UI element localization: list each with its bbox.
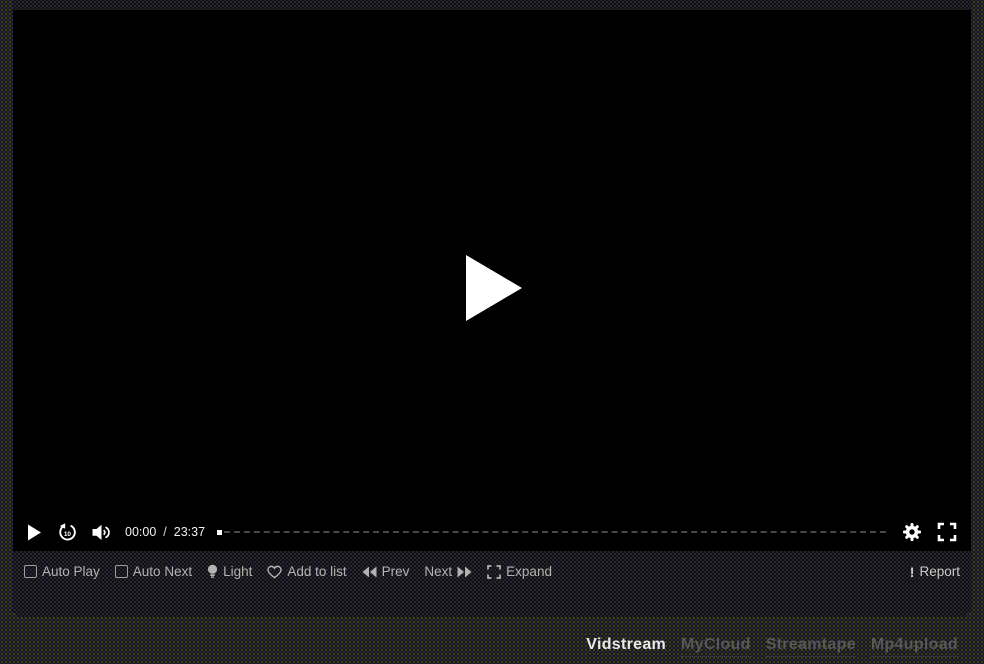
next-label: Next xyxy=(424,564,452,579)
lightbulb-icon xyxy=(207,564,218,579)
server-list: Vidstream MyCloud Streamtape Mp4upload xyxy=(586,636,958,657)
gear-icon xyxy=(902,522,922,542)
server-mp4upload[interactable]: Mp4upload xyxy=(871,636,958,657)
prev-episode-button[interactable]: Prev xyxy=(362,564,410,579)
double-arrow-right-icon xyxy=(457,566,472,578)
server-streamtape[interactable]: Streamtape xyxy=(766,636,856,657)
settings-button[interactable] xyxy=(902,522,922,542)
auto-play-toggle[interactable]: Auto Play xyxy=(24,564,100,579)
auto-play-label: Auto Play xyxy=(42,564,100,579)
rewind-10-icon: 10 xyxy=(57,522,77,543)
prev-label: Prev xyxy=(382,564,410,579)
heart-icon xyxy=(267,565,282,579)
server-mycloud[interactable]: MyCloud xyxy=(681,636,751,657)
server-vidstream[interactable]: Vidstream xyxy=(586,636,666,657)
volume-icon xyxy=(92,524,112,541)
video-area[interactable]: 10 00:00 / 23:37 xyxy=(13,10,971,551)
progress-track[interactable] xyxy=(224,531,886,533)
volume-button[interactable] xyxy=(92,524,112,541)
player-controls-bar: 10 00:00 / 23:37 xyxy=(13,513,971,551)
light-label: Light xyxy=(223,564,252,579)
expand-button[interactable]: Expand xyxy=(487,564,552,579)
add-to-list-button[interactable]: Add to list xyxy=(267,564,346,579)
time-display: 00:00 / 23:37 xyxy=(125,525,205,539)
progress-bar[interactable] xyxy=(217,513,886,551)
play-icon xyxy=(27,524,42,541)
report-label: Report xyxy=(919,564,960,579)
page: { "player": { "controls": { "current_tim… xyxy=(0,0,984,664)
auto-next-checkbox-icon xyxy=(115,565,128,578)
light-toggle[interactable]: Light xyxy=(207,564,252,579)
next-episode-button[interactable]: Next xyxy=(424,564,472,579)
time-separator: / xyxy=(163,525,166,539)
double-arrow-left-icon xyxy=(362,566,377,578)
expand-icon xyxy=(487,565,501,579)
fullscreen-icon xyxy=(937,522,957,542)
exclamation-icon: ! xyxy=(910,564,915,580)
auto-next-label: Auto Next xyxy=(133,564,192,579)
player-toolbar: Auto Play Auto Next Light Add to list xyxy=(13,551,971,592)
video-player-panel: 10 00:00 / 23:37 xyxy=(13,0,971,617)
playhead-dot[interactable] xyxy=(217,530,222,535)
rewind-10-button[interactable]: 10 xyxy=(57,522,77,543)
current-time: 00:00 xyxy=(125,525,156,539)
svg-text:10: 10 xyxy=(64,531,72,538)
duration: 23:37 xyxy=(174,525,205,539)
report-button[interactable]: ! Report xyxy=(910,564,960,580)
expand-label: Expand xyxy=(506,564,552,579)
auto-next-toggle[interactable]: Auto Next xyxy=(115,564,192,579)
play-button[interactable] xyxy=(27,524,42,541)
fullscreen-button[interactable] xyxy=(937,522,957,542)
auto-play-checkbox-icon xyxy=(24,565,37,578)
big-play-button[interactable] xyxy=(466,255,522,321)
add-to-list-label: Add to list xyxy=(287,564,346,579)
